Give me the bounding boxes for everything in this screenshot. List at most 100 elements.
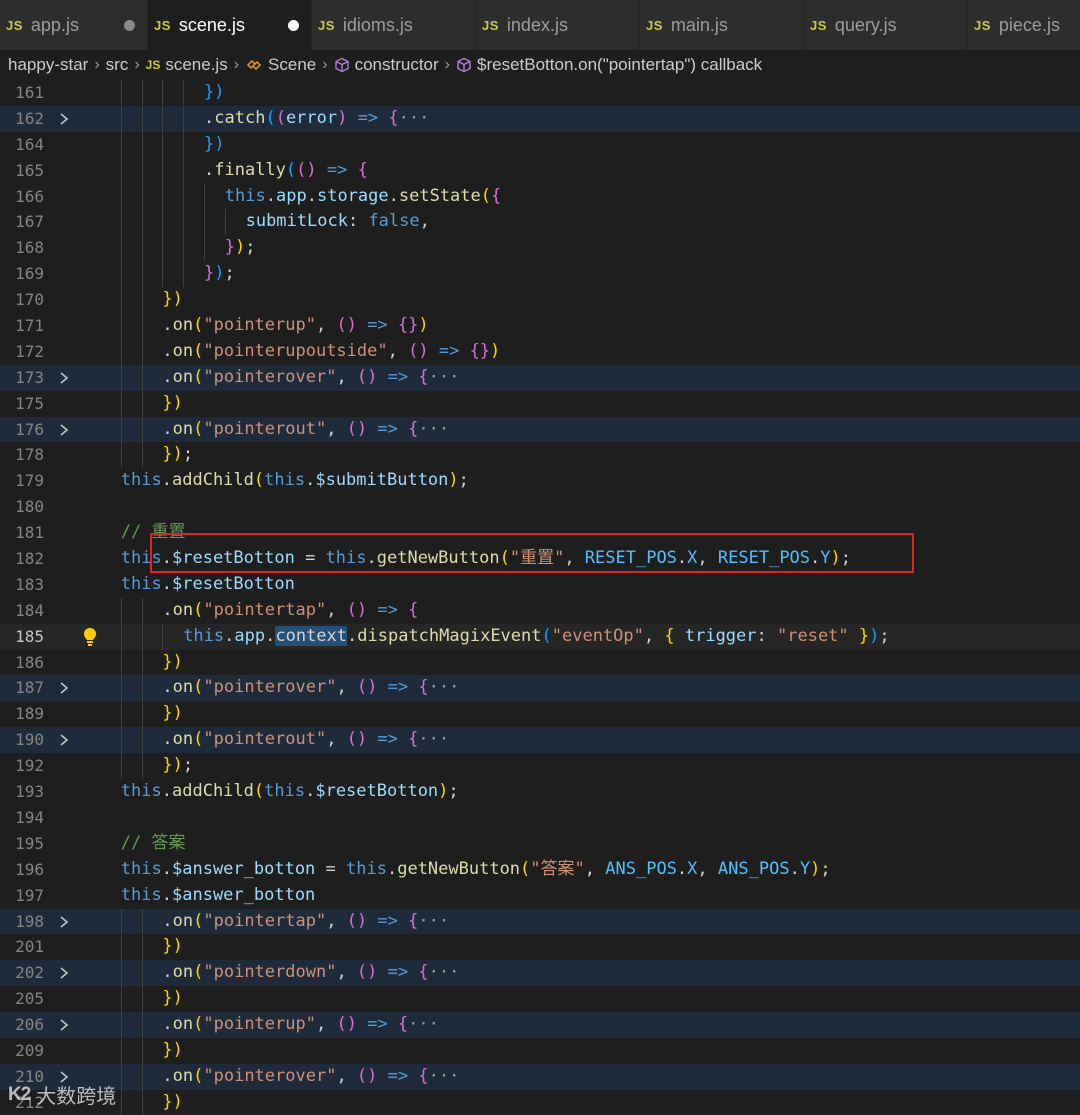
code-token: , xyxy=(697,858,718,879)
code-line[interactable]: 198 .on("pointertap", () => {··· xyxy=(0,908,1080,935)
code-token: ( xyxy=(193,677,204,698)
code-line[interactable]: 161}) xyxy=(0,80,1080,106)
code-text: this.$answer_botton = this.getNewButton(… xyxy=(121,857,831,883)
code-line[interactable]: 173 .on("pointerover", () => {··· xyxy=(0,364,1080,391)
breadcrumb: happy-star › src › JS scene.js › Scene › construc… xyxy=(0,50,1080,80)
code-token: . xyxy=(162,340,173,361)
unsaved-dot-icon[interactable] xyxy=(288,19,299,31)
indent-guide xyxy=(120,1037,122,1064)
tab-scene-js[interactable]: JS scene.js xyxy=(148,0,312,50)
tab-app-js[interactable]: JS app.js xyxy=(0,0,148,50)
method-cube-icon xyxy=(456,57,472,73)
editor-tab-bar: JS app.js JS scene.js JS idioms.js JS index.js J… xyxy=(0,0,1080,50)
code-line[interactable]: 164}) xyxy=(0,131,1080,158)
code-token: ( xyxy=(193,1065,204,1086)
code-line[interactable]: 201}) xyxy=(0,934,1080,961)
code-line[interactable]: 192}); xyxy=(0,753,1080,780)
code-line[interactable]: 185 this.app.context.dispatchMagixEvent("… xyxy=(0,623,1080,650)
tab-piece-js[interactable]: JS piece.js xyxy=(968,0,1080,50)
code-token: this xyxy=(120,548,162,569)
code-line[interactable]: 183 this.$resetBotton xyxy=(0,572,1080,598)
code-line[interactable]: 195 // 答案 xyxy=(0,831,1080,857)
chevron-right-icon[interactable] xyxy=(56,675,72,701)
code-line[interactable]: 167 submitLock: false, xyxy=(0,209,1080,236)
tab-main-js[interactable]: JS main.js xyxy=(640,0,804,50)
chevron-right-icon[interactable] xyxy=(56,727,72,753)
code-token: => xyxy=(367,1014,388,1035)
chevron-right-icon[interactable] xyxy=(56,1012,72,1038)
code-token: ( xyxy=(193,910,204,931)
chevron-right-icon[interactable] xyxy=(56,417,72,443)
chevron-right-icon: › xyxy=(134,56,140,73)
code-line[interactable]: 196 this.$answer_botton = this.getNewButt… xyxy=(0,857,1080,883)
code-line[interactable]: 170}) xyxy=(0,287,1080,314)
code-line[interactable]: 212}) xyxy=(0,1089,1080,1115)
tab-idioms-js[interactable]: JS idioms.js xyxy=(312,0,476,50)
code-token: this xyxy=(120,573,162,594)
code-token: , xyxy=(387,340,409,361)
code-line[interactable]: 182 this.$resetBotton = this.getNewButton… xyxy=(0,546,1080,572)
breadcrumb-item[interactable]: happy-star xyxy=(8,55,88,75)
code-text: }) xyxy=(162,391,182,417)
indent-guide xyxy=(141,753,143,780)
code-line[interactable]: 189}) xyxy=(0,701,1080,728)
code-line[interactable]: 184 .on("pointertap", () => { xyxy=(0,597,1080,624)
breadcrumb-item[interactable]: src xyxy=(106,55,129,75)
breadcrumb-item[interactable]: $resetBotton.on("pointertap") callback xyxy=(456,55,762,75)
indent-guide xyxy=(141,960,143,987)
chevron-right-icon[interactable] xyxy=(56,909,72,935)
code-token: ; xyxy=(820,858,831,879)
tab-index-js[interactable]: JS index.js xyxy=(476,0,640,50)
code-line[interactable]: 171 .on("pointerup", () => {}) xyxy=(0,313,1080,340)
code-line[interactable]: 162 .catch((error) => {··· xyxy=(0,105,1080,132)
code-line[interactable]: 210 .on("pointerover", () => {··· xyxy=(0,1063,1080,1090)
code-line[interactable]: 202 .on("pointerdown", () => {··· xyxy=(0,960,1080,987)
code-line[interactable]: 175}) xyxy=(0,390,1080,417)
tab-query-js[interactable]: JS query.js xyxy=(804,0,968,50)
code-text: }) xyxy=(204,80,224,106)
code-line[interactable]: 176 .on("pointerout", () => {··· xyxy=(0,416,1080,443)
code-line[interactable]: 193 this.addChild(this.$resetBotton); xyxy=(0,779,1080,805)
breadcrumb-item[interactable]: JS scene.js xyxy=(146,55,228,75)
code-line[interactable]: 205}) xyxy=(0,986,1080,1013)
code-line[interactable]: 187 .on("pointerover", () => {··· xyxy=(0,675,1080,702)
code-line[interactable]: 180 xyxy=(0,494,1080,520)
chevron-right-icon[interactable] xyxy=(56,365,72,391)
chevron-right-icon[interactable] xyxy=(56,960,72,986)
code-text: }) xyxy=(162,701,182,727)
unsaved-dot-icon[interactable] xyxy=(124,19,135,31)
code-text: this.app.context.dispatchMagixEvent("eve… xyxy=(183,624,890,650)
code-line[interactable]: 166 this.app.storage.setState({ xyxy=(0,183,1080,210)
code-line[interactable]: 209}) xyxy=(0,1037,1080,1064)
code-text: }) xyxy=(204,132,224,158)
lightbulb-icon[interactable] xyxy=(82,627,98,647)
code-token: "pointertap" xyxy=(203,910,327,931)
code-text: submitLock: false, xyxy=(246,209,430,235)
code-line[interactable]: 178}); xyxy=(0,442,1080,469)
code-line[interactable]: 179 this.addChild(this.$submitButton); xyxy=(0,468,1080,494)
code-line[interactable]: 172 .on("pointerupoutside", () => {}) xyxy=(0,338,1080,365)
indent-guide xyxy=(120,701,122,728)
code-line[interactable]: 165 .finally(() => { xyxy=(0,157,1080,184)
code-token: . xyxy=(161,573,172,594)
breadcrumb-item[interactable]: Scene xyxy=(245,55,316,75)
code-token: ··· xyxy=(428,962,460,983)
indent-guide xyxy=(120,390,122,417)
indent-guide xyxy=(141,986,143,1013)
code-text: }) xyxy=(162,1090,182,1115)
code-token: => xyxy=(377,418,398,439)
chevron-right-icon[interactable] xyxy=(56,106,72,132)
code-line[interactable]: 190 .on("pointerout", () => {··· xyxy=(0,727,1080,754)
code-line[interactable]: 168}); xyxy=(0,235,1080,262)
code-editor[interactable]: 161}) 162 .catch((error) => {··· 164}) 165 .f… xyxy=(0,80,1080,1115)
breadcrumb-item[interactable]: constructor xyxy=(334,55,439,75)
code-line[interactable]: 169}); xyxy=(0,261,1080,288)
code-line[interactable]: 181 // 重置 xyxy=(0,520,1080,546)
indent-guide xyxy=(183,105,185,132)
code-token: , xyxy=(336,962,357,983)
code-line[interactable]: 206 .on("pointerup", () => {··· xyxy=(0,1012,1080,1039)
code-line[interactable]: 197 this.$answer_botton xyxy=(0,883,1080,909)
code-line[interactable]: 186}) xyxy=(0,649,1080,676)
code-line[interactable]: 194 xyxy=(0,805,1080,831)
